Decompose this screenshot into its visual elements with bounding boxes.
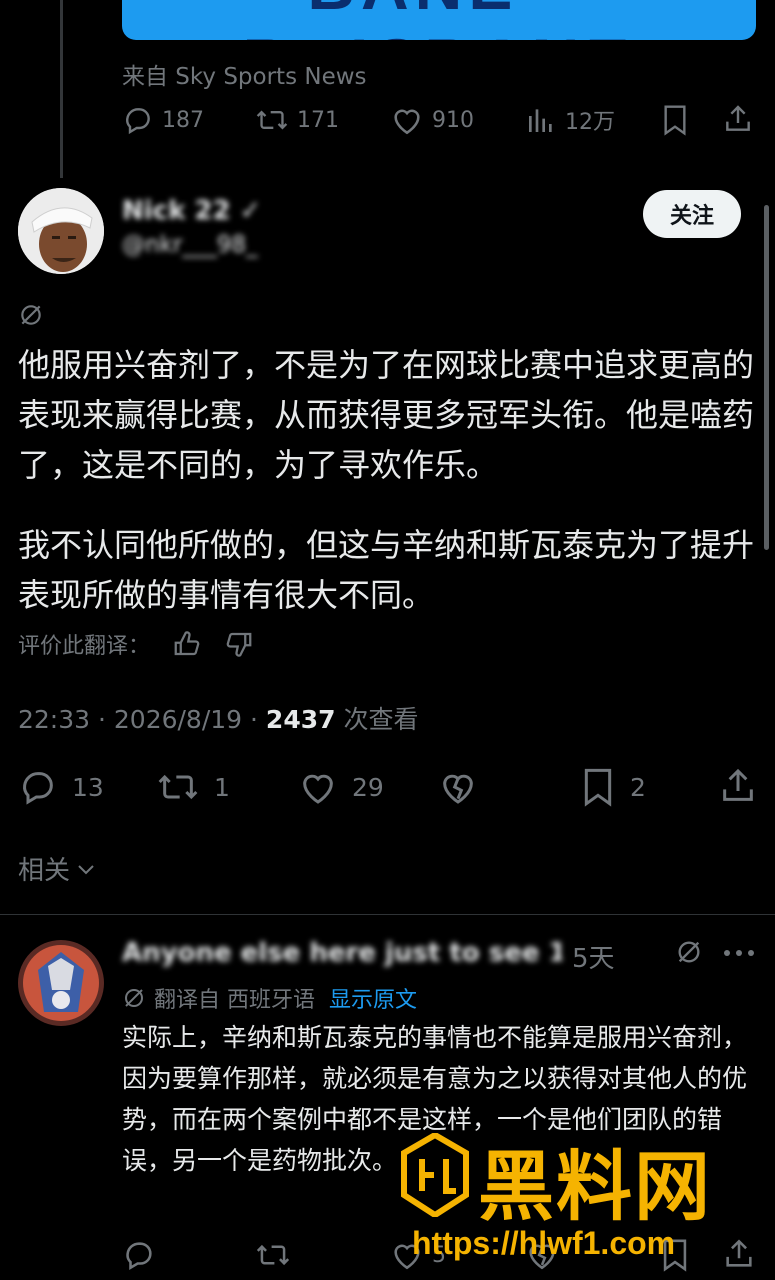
quoted-media-banner[interactable]: BANE · BRISBANE	[122, 0, 756, 40]
like-count: 29	[352, 772, 384, 802]
banner-text: BANE · BRISBANE	[122, 0, 756, 40]
tweet-view-count[interactable]: 2437	[266, 705, 336, 734]
repost-count: 1	[214, 772, 230, 802]
source-label: 来自 Sky Sports News	[122, 64, 367, 90]
quoted-repost-button[interactable]: 171	[255, 104, 339, 136]
tweet-paragraph-1: 他服用兴奋剂了，不是为了在网球比赛中追求更高的表现来赢得比赛，从而获得更多冠军头…	[18, 346, 755, 484]
scrollbar[interactable]	[764, 205, 769, 550]
repost-icon	[156, 767, 200, 807]
bookmark-count: 2	[630, 772, 646, 802]
paragraph-spacer	[18, 490, 763, 520]
watermark-url: https://hlwf1.com	[412, 1225, 676, 1261]
tweet-meta: 22:33 · 2026/8/19 · 2437 次查看	[18, 705, 419, 734]
like-button[interactable]: 29	[298, 767, 384, 807]
reply-icon	[122, 104, 154, 136]
bookmark-button[interactable]: 2	[580, 767, 646, 807]
reply-avatar[interactable]	[18, 940, 104, 1026]
translate-icon	[18, 302, 44, 328]
follow-button[interactable]: 关注	[643, 190, 741, 238]
chevron-down-icon	[74, 857, 98, 881]
quoted-reply-button[interactable]: 187	[122, 104, 204, 136]
reply-count: 13	[72, 772, 104, 802]
tweet-body: 他服用兴奋剂了，不是为了在网球比赛中追求更高的表现来赢得比赛，从而获得更多冠军头…	[18, 340, 763, 620]
thread-line	[60, 0, 63, 178]
reply-age: 5天	[572, 944, 615, 974]
reply-icon	[18, 767, 58, 807]
related-label: 相关	[18, 856, 71, 886]
broken-heart-icon[interactable]	[438, 767, 478, 807]
translated-from: 翻译自 西班牙语	[154, 988, 315, 1013]
divider	[0, 914, 775, 915]
bookmark-icon	[580, 767, 616, 807]
share-icon[interactable]	[722, 103, 754, 135]
tweet-paragraph-2: 我不认同他所做的，但这与辛纳和斯瓦泰克为了提升表现所做的事情有很大不同。	[18, 526, 755, 614]
translate-small-icon	[122, 986, 146, 1010]
rate-translation: 评价此翻译：	[18, 628, 254, 660]
quoted-like-button[interactable]: 910	[390, 104, 474, 136]
repost-count: 171	[297, 107, 339, 133]
watermark-logo-icon	[401, 1133, 469, 1217]
heart-icon	[298, 767, 338, 807]
bookmark-icon[interactable]	[660, 104, 690, 136]
reply-icon[interactable]	[122, 1238, 156, 1272]
reply-button[interactable]: 13	[18, 767, 104, 807]
tweet-time: 22:33	[18, 705, 91, 734]
related-toggle[interactable]: 相关	[18, 850, 98, 887]
heart-icon	[390, 104, 424, 136]
like-count: 910	[432, 107, 474, 133]
repost-icon[interactable]	[255, 1238, 291, 1272]
watermark-brand: 黑料网	[478, 1145, 712, 1230]
author-handle[interactable]: @nkr___98_	[122, 232, 258, 258]
quoted-views-button[interactable]: 12万	[525, 104, 615, 136]
translation-note: 翻译自 西班牙语 显示原文	[122, 982, 417, 1014]
watermark: 黑料网 https://hlwf1.com	[400, 1125, 775, 1280]
rate-label: 评价此翻译：	[18, 634, 151, 659]
share-icon[interactable]	[718, 766, 758, 806]
reply-count: 187	[162, 107, 204, 133]
reply-author[interactable]: Anyone else here just to see 14	[122, 938, 562, 968]
author-name[interactable]: Nick 22 ✓	[122, 196, 261, 226]
tweet-date: 2026/8/19	[113, 705, 243, 734]
repost-button[interactable]: 1	[156, 767, 230, 807]
view-label: 次查看	[343, 705, 419, 734]
view-count: 12万	[565, 110, 615, 135]
translate-icon	[675, 938, 703, 966]
repost-icon	[255, 104, 289, 136]
thumbs-down-icon[interactable]	[224, 629, 254, 659]
thumbs-up-icon[interactable]	[172, 629, 202, 659]
show-original-link[interactable]: 显示原文	[329, 982, 417, 1014]
views-icon	[525, 104, 557, 136]
author-avatar[interactable]	[18, 188, 104, 274]
more-icon[interactable]	[722, 948, 756, 958]
